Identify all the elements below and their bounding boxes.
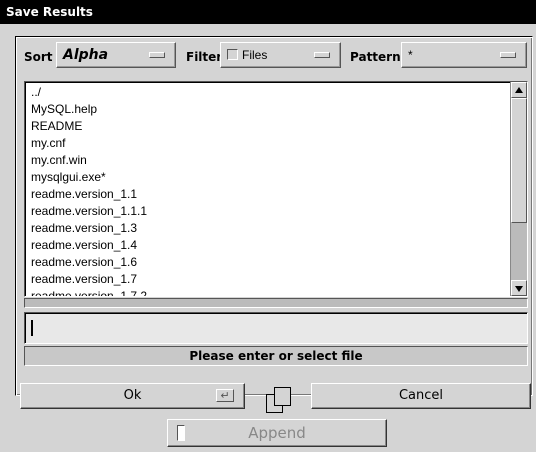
arrow-up-icon bbox=[515, 87, 523, 93]
sort-dropdown[interactable]: Alpha bbox=[56, 42, 176, 68]
scroll-up-button[interactable] bbox=[511, 82, 527, 98]
sort-label: Sort bbox=[24, 50, 53, 64]
toggle-indicator-icon bbox=[177, 425, 185, 441]
file-icon bbox=[264, 386, 294, 414]
list-item[interactable]: readme.version_1.4 bbox=[31, 237, 501, 254]
file-list[interactable]: ../ MySQL.help README my.cnf my.cnf.win … bbox=[24, 81, 528, 297]
save-results-dialog: Sort Alpha Filter Files Pattern * ../ My… bbox=[0, 24, 536, 452]
scrollbar-thumb[interactable] bbox=[511, 98, 527, 223]
cancel-button-label: Cancel bbox=[398, 388, 444, 403]
file-list-items: ../ MySQL.help README my.cnf my.cnf.win … bbox=[31, 84, 501, 296]
text-caret bbox=[31, 320, 33, 336]
list-item[interactable]: readme.version_1.7 bbox=[31, 271, 501, 288]
pattern-value: * bbox=[408, 48, 413, 62]
list-item[interactable]: readme.version_1.1.1 bbox=[31, 203, 501, 220]
filter-value: Files bbox=[242, 48, 268, 62]
enter-key-icon: ↵ bbox=[216, 389, 234, 402]
sort-value: Alpha bbox=[63, 47, 109, 63]
ok-button-label: Ok bbox=[123, 388, 142, 403]
list-item[interactable]: mysqlgui.exe* bbox=[31, 169, 501, 186]
dropdown-arrow-icon bbox=[314, 52, 330, 58]
filename-input[interactable] bbox=[24, 312, 528, 344]
checkbox-icon[interactable] bbox=[227, 49, 238, 60]
arrow-down-icon bbox=[515, 286, 523, 292]
pattern-label: Pattern bbox=[350, 50, 401, 64]
list-item[interactable]: readme.version_1.7.2 bbox=[31, 288, 501, 296]
scroll-down-button[interactable] bbox=[511, 280, 527, 296]
list-item[interactable]: MySQL.help bbox=[31, 101, 501, 118]
list-item[interactable]: README bbox=[31, 118, 501, 135]
list-item[interactable]: readme.version_1.3 bbox=[31, 220, 501, 237]
filter-dropdown[interactable]: Files bbox=[220, 42, 341, 68]
list-item[interactable]: ../ bbox=[31, 84, 501, 101]
list-item[interactable]: my.cnf bbox=[31, 135, 501, 152]
ok-button[interactable]: Ok ↵ bbox=[20, 383, 245, 409]
append-button[interactable]: Append bbox=[167, 419, 387, 447]
filter-label: Filter bbox=[186, 50, 223, 64]
horizontal-scrollbar[interactable] bbox=[24, 298, 528, 308]
append-button-label: Append bbox=[248, 424, 306, 442]
vertical-scrollbar[interactable] bbox=[510, 82, 527, 296]
window-title: Save Results bbox=[0, 0, 536, 24]
status-message: Please enter or select file bbox=[24, 346, 528, 366]
list-item[interactable]: readme.version_1.1 bbox=[31, 186, 501, 203]
cancel-button[interactable]: Cancel bbox=[311, 383, 531, 409]
pattern-dropdown[interactable]: * bbox=[401, 42, 527, 68]
dropdown-arrow-icon bbox=[500, 52, 516, 58]
dropdown-arrow-icon bbox=[149, 52, 165, 58]
list-item[interactable]: readme.version_1.6 bbox=[31, 254, 501, 271]
list-item[interactable]: my.cnf.win bbox=[31, 152, 501, 169]
